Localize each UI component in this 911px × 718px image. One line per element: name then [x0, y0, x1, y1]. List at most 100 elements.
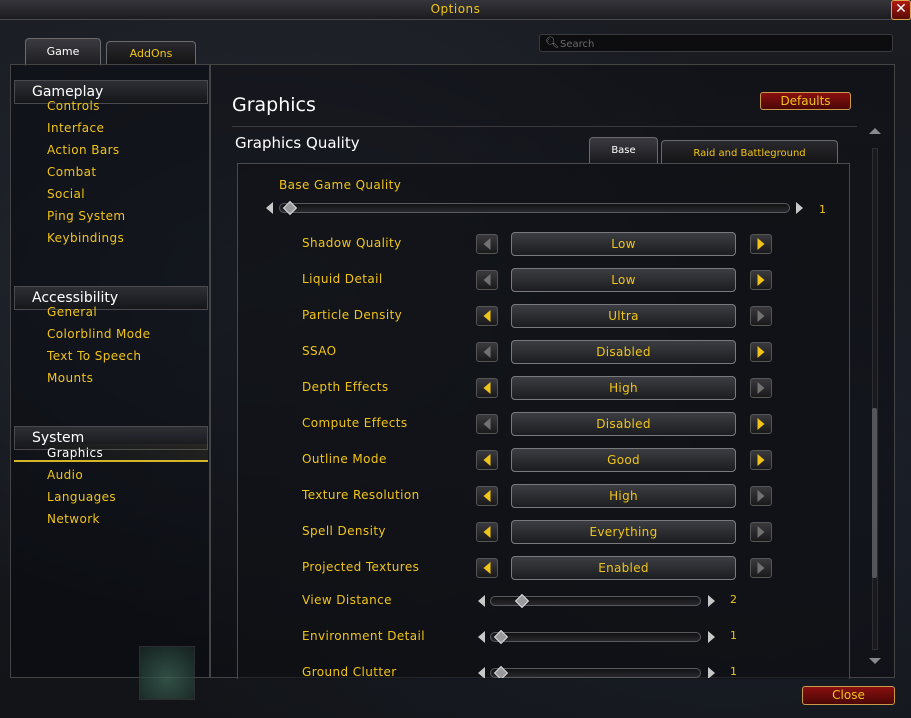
sidebar-item-social[interactable]: Social	[47, 185, 85, 203]
sidebar-item-controls[interactable]: Controls	[47, 97, 100, 115]
ground-clutter-value: 1	[730, 665, 737, 678]
environment-detail-slider-track[interactable]	[490, 632, 701, 642]
chevron-right-icon	[757, 274, 765, 286]
setting-label-outline-mode: Outline Mode	[302, 452, 387, 466]
increase-depth-effects-button[interactable]	[750, 378, 772, 398]
sidebar-item-general[interactable]: General	[47, 303, 97, 321]
increase-projected-textures-button[interactable]	[750, 558, 772, 578]
slider-label-view-distance: View Distance	[302, 593, 392, 607]
view-distance-decrease-icon[interactable]	[478, 595, 485, 607]
search-input[interactable]	[558, 35, 882, 53]
decrease-liquid-detail-button[interactable]	[476, 270, 498, 290]
increase-spell-density-button[interactable]	[750, 522, 772, 542]
setting-label-ssao: SSAO	[302, 344, 337, 358]
increase-compute-effects-button[interactable]	[750, 414, 772, 434]
chevron-left-icon	[483, 382, 491, 394]
sidebar-item-text-to-speech[interactable]: Text To Speech	[47, 347, 141, 365]
decrease-ssao-button[interactable]	[476, 342, 498, 362]
sidebar-item-graphics[interactable]: Graphics	[14, 444, 208, 462]
decrease-depth-effects-button[interactable]	[476, 378, 498, 398]
tab-game[interactable]: Game	[25, 38, 101, 66]
dropdown-compute-effects[interactable]: Disabled	[511, 412, 736, 436]
scroll-thumb[interactable]	[872, 408, 877, 578]
search-icon: 🔍︎	[545, 36, 559, 49]
chevron-right-icon	[757, 454, 765, 466]
ground-clutter-increase-icon[interactable]	[708, 667, 715, 678]
window-title: Options	[430, 2, 481, 16]
decrease-texture-resolution-button[interactable]	[476, 486, 498, 506]
base-game-quality-label: Base Game Quality	[279, 178, 402, 192]
sidebar-item-languages[interactable]: Languages	[47, 488, 116, 506]
sidebar-item-mounts[interactable]: Mounts	[47, 369, 93, 387]
sidebar-item-combat[interactable]: Combat	[47, 163, 97, 181]
dropdown-liquid-detail[interactable]: Low	[511, 268, 736, 292]
dropdown-spell-density[interactable]: Everything	[511, 520, 736, 544]
tab-addons[interactable]: AddOns	[106, 41, 196, 64]
setting-label-depth-effects: Depth Effects	[302, 380, 389, 394]
chevron-right-icon	[757, 238, 765, 250]
decrease-shadow-quality-button[interactable]	[476, 234, 498, 254]
chevron-right-icon	[757, 382, 765, 394]
sidebar-item-action-bars[interactable]: Action Bars	[47, 141, 120, 159]
character-portrait	[139, 646, 195, 700]
category-header-gameplay[interactable]: Gameplay	[14, 80, 208, 104]
base-quality-slider-track[interactable]	[279, 203, 790, 213]
category-header-accessibility[interactable]: Accessibility	[14, 286, 208, 310]
ground-clutter-decrease-icon[interactable]	[478, 667, 485, 678]
base-quality-decrease-icon[interactable]	[266, 202, 273, 214]
sidebar-item-network[interactable]: Network	[47, 510, 100, 528]
sidebar-item-colorblind-mode[interactable]: Colorblind Mode	[47, 325, 150, 343]
ground-clutter-slider-track[interactable]	[490, 668, 701, 678]
dropdown-projected-textures[interactable]: Enabled	[511, 556, 736, 580]
base-quality-increase-icon[interactable]	[796, 202, 803, 214]
chevron-left-icon	[483, 562, 491, 574]
chevron-left-icon	[483, 454, 491, 466]
sidebar-item-keybindings[interactable]: Keybindings	[47, 229, 124, 247]
increase-particle-density-button[interactable]	[750, 306, 772, 326]
dropdown-outline-mode[interactable]: Good	[511, 448, 736, 472]
environment-detail-decrease-icon[interactable]	[478, 631, 485, 643]
window-titlebar: Options	[0, 0, 911, 20]
decrease-compute-effects-button[interactable]	[476, 414, 498, 434]
chevron-right-icon	[757, 418, 765, 430]
settings-scrollbar[interactable]	[866, 128, 882, 672]
title-divider	[232, 126, 857, 127]
decrease-spell-density-button[interactable]	[476, 522, 498, 542]
slider-label-ground-clutter: Ground Clutter	[302, 665, 397, 678]
sidebar-item-audio[interactable]: Audio	[47, 466, 83, 484]
sidebar-item-interface[interactable]: Interface	[47, 119, 104, 137]
dropdown-ssao[interactable]: Disabled	[511, 340, 736, 364]
decrease-particle-density-button[interactable]	[476, 306, 498, 326]
increase-liquid-detail-button[interactable]	[750, 270, 772, 290]
decrease-outline-mode-button[interactable]	[476, 450, 498, 470]
tab-base[interactable]: Base	[589, 137, 658, 163]
increase-texture-resolution-button[interactable]	[750, 486, 772, 506]
dropdown-texture-resolution[interactable]: High	[511, 484, 736, 508]
page-title: Graphics	[232, 94, 316, 116]
environment-detail-value: 1	[730, 629, 737, 642]
increase-shadow-quality-button[interactable]	[750, 234, 772, 254]
setting-label-liquid-detail: Liquid Detail	[302, 272, 383, 286]
setting-label-projected-textures: Projected Textures	[302, 560, 420, 574]
dropdown-shadow-quality[interactable]: Low	[511, 232, 736, 256]
base-quality-value: 1	[819, 203, 826, 216]
scroll-down-icon[interactable]	[869, 658, 881, 664]
defaults-button[interactable]: Defaults	[760, 92, 851, 110]
decrease-projected-textures-button[interactable]	[476, 558, 498, 578]
search-box[interactable]: 🔍︎	[539, 34, 893, 53]
view-distance-increase-icon[interactable]	[708, 595, 715, 607]
options-window: Options ✕ Game AddOns 🔍︎ GameplayControl…	[0, 0, 911, 718]
dropdown-depth-effects[interactable]: High	[511, 376, 736, 400]
close-button[interactable]: Close	[802, 686, 895, 705]
increase-outline-mode-button[interactable]	[750, 450, 772, 470]
scroll-up-icon[interactable]	[869, 128, 881, 134]
tab-raid-and-battleground[interactable]: Raid and Battleground	[661, 140, 838, 163]
setting-label-spell-density: Spell Density	[302, 524, 386, 538]
setting-label-particle-density: Particle Density	[302, 308, 403, 322]
chevron-left-icon	[483, 274, 491, 286]
increase-ssao-button[interactable]	[750, 342, 772, 362]
sidebar-item-ping-system[interactable]: Ping System	[47, 207, 126, 225]
window-close-icon[interactable]: ✕	[891, 0, 911, 20]
dropdown-particle-density[interactable]: Ultra	[511, 304, 736, 328]
environment-detail-increase-icon[interactable]	[708, 631, 715, 643]
